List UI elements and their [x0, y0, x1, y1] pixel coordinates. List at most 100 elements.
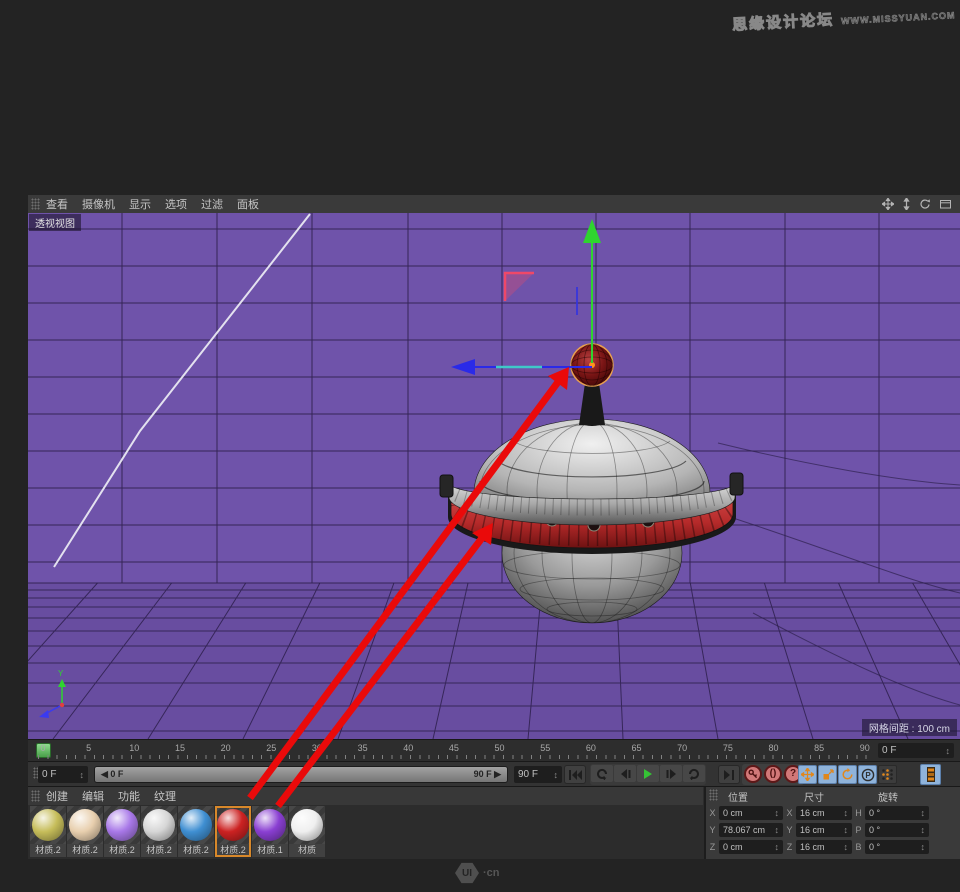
- material-swatch[interactable]: 材质.2: [141, 806, 177, 857]
- tick-85: 85: [808, 743, 830, 753]
- play-backward-button[interactable]: [591, 765, 613, 782]
- material-swatch-selected[interactable]: 材质.2: [215, 806, 251, 857]
- mat-menu-texture[interactable]: 纹理: [154, 788, 176, 804]
- rotate-icon[interactable]: [919, 198, 931, 210]
- mat-menu-function[interactable]: 功能: [118, 788, 140, 804]
- viewport-canvas[interactable]: 透视视图 网格间距 : 100 cm: [28, 213, 960, 739]
- menu-camera[interactable]: 摄像机: [82, 196, 115, 212]
- logo-text: UI: [462, 868, 472, 879]
- size-title: 尺寸: [804, 789, 824, 804]
- material-preview: [67, 806, 103, 844]
- drag-grip-icon[interactable]: [709, 789, 718, 801]
- frame-spinner-value: 0 F: [882, 745, 896, 756]
- c4d-window: 查看 摄像机 显示 选项 过滤 面板 透视视图 网格间距 : 100 cm: [28, 195, 960, 858]
- timeline-range-slider[interactable]: ◀ 0 F 90 F ▶: [94, 766, 508, 783]
- rotation-b-field[interactable]: 0 °↕: [865, 840, 929, 854]
- coord-row-y: Y 78.067 cm↕ Y 16 cm↕ P 0 °↕: [708, 822, 958, 837]
- rotation-h-field[interactable]: 0 °↕: [865, 806, 929, 820]
- point-level-key-toggle[interactable]: [878, 765, 897, 784]
- material-label: 材质.2: [104, 844, 140, 857]
- spinner-arrows-icon[interactable]: ↕: [80, 770, 85, 780]
- maximize-icon[interactable]: [939, 198, 952, 210]
- position-z-field[interactable]: 0 cm↕: [719, 840, 783, 854]
- loop-button[interactable]: [683, 765, 705, 782]
- rotation-p-field[interactable]: 0 °↕: [865, 823, 929, 837]
- frame-tick-marks: [38, 755, 872, 759]
- size-z-field[interactable]: 16 cm↕: [796, 840, 852, 854]
- drag-grip-icon[interactable]: [31, 198, 40, 210]
- spinner-arrows-icon[interactable]: ↕: [921, 808, 926, 818]
- material-swatch[interactable]: 材质.2: [30, 806, 66, 857]
- floor-plane: [28, 583, 960, 739]
- menu-options[interactable]: 选项: [165, 196, 187, 212]
- go-to-start-button[interactable]: [564, 765, 586, 784]
- ui-cn-logo: UI ·cn: [455, 862, 500, 884]
- timeline-ruler[interactable]: 051015202530354045505560657075808590 0 F…: [28, 739, 960, 762]
- menu-filter[interactable]: 过滤: [201, 196, 223, 212]
- size-y-field[interactable]: 16 cm↕: [796, 823, 852, 837]
- menu-view[interactable]: 查看: [46, 196, 68, 212]
- material-preview: [289, 806, 325, 844]
- mat-menu-edit[interactable]: 编辑: [82, 788, 104, 804]
- record-keyframe-button[interactable]: [744, 765, 762, 783]
- logo-suffix: ·cn: [483, 867, 500, 879]
- keyframe-selection-button[interactable]: [920, 764, 941, 785]
- spinner-arrows-icon[interactable]: ↕: [946, 746, 951, 756]
- tick-35: 35: [352, 743, 374, 753]
- material-preview: [252, 806, 288, 844]
- spinner-arrows-icon[interactable]: ↕: [775, 825, 780, 835]
- watermark-url: WWW.MISSYUAN.COM: [841, 10, 956, 26]
- next-frame-button[interactable]: [660, 765, 682, 782]
- rotation-key-toggle[interactable]: [838, 765, 857, 784]
- current-frame-field[interactable]: 0 F↕: [38, 766, 88, 783]
- axis-label: P: [854, 825, 863, 835]
- play-forward-button[interactable]: [637, 765, 659, 782]
- svg-text:P: P: [865, 771, 871, 780]
- spinner-arrows-icon[interactable]: ↕: [844, 808, 849, 818]
- size-x-field[interactable]: 16 cm↕: [796, 806, 852, 820]
- axis-label: X: [708, 808, 717, 818]
- tick-65: 65: [626, 743, 648, 753]
- spinner-arrows-icon[interactable]: ↕: [921, 825, 926, 835]
- frame-spinner-field[interactable]: 0 F ↕: [878, 743, 954, 758]
- scale-key-toggle[interactable]: [818, 765, 837, 784]
- material-swatch[interactable]: 材质.2: [178, 806, 214, 857]
- previous-frame-button[interactable]: [614, 765, 636, 782]
- pan-icon[interactable]: [882, 198, 894, 210]
- end-frame-field[interactable]: 90 F↕: [514, 766, 562, 783]
- drag-grip-icon[interactable]: [31, 790, 40, 802]
- menu-panel[interactable]: 面板: [237, 196, 259, 212]
- view-label[interactable]: 透视视图: [29, 214, 81, 231]
- position-key-toggle[interactable]: [798, 765, 817, 784]
- range-start-label: ◀ 0 F: [101, 769, 123, 780]
- position-y-field[interactable]: 78.067 cm↕: [719, 823, 783, 837]
- material-label: 材质.2: [215, 844, 251, 857]
- field-value: 0 cm: [723, 808, 743, 818]
- autokeying-button[interactable]: (): [764, 765, 782, 783]
- spinner-arrows-icon[interactable]: ↕: [775, 842, 780, 852]
- dolly-icon[interactable]: [902, 198, 911, 210]
- autokey-glyph: (): [770, 769, 777, 779]
- go-to-end-button[interactable]: [718, 765, 740, 784]
- mat-menu-create[interactable]: 创建: [46, 788, 68, 804]
- spinner-arrows-icon[interactable]: ↕: [775, 808, 780, 818]
- material-label: 材质: [289, 844, 325, 857]
- material-label: 材质.2: [141, 844, 177, 857]
- menu-display[interactable]: 显示: [129, 196, 151, 212]
- spinner-arrows-icon[interactable]: ↕: [921, 842, 926, 852]
- material-swatch[interactable]: 材质.2: [67, 806, 103, 857]
- grid-spacing-label: 网格间距 : 100 cm: [862, 719, 957, 736]
- position-x-field[interactable]: 0 cm ↕: [719, 806, 783, 820]
- tick-5: 5: [78, 743, 100, 753]
- coordinates-panel: 位置 尺寸 旋转 X 0 cm↕ X 16 cm↕ H 0 °↕ Y 78.06…: [706, 787, 960, 859]
- material-swatch[interactable]: 材质.1: [252, 806, 288, 857]
- axis-label: Y: [708, 825, 717, 835]
- parameter-key-toggle[interactable]: P: [858, 765, 877, 784]
- tick-75: 75: [717, 743, 739, 753]
- material-preview: [215, 806, 251, 844]
- material-swatch[interactable]: 材质.2: [104, 806, 140, 857]
- material-swatch[interactable]: 材质: [289, 806, 325, 857]
- spinner-arrows-icon[interactable]: ↕: [844, 825, 849, 835]
- spinner-arrows-icon[interactable]: ↕: [554, 770, 559, 780]
- spinner-arrows-icon[interactable]: ↕: [844, 842, 849, 852]
